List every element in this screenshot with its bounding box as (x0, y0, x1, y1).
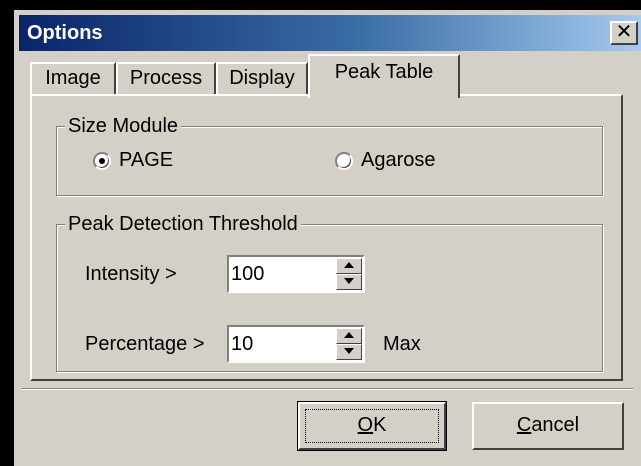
tab-label: Image (45, 67, 101, 89)
percentage-up-button[interactable] (336, 328, 362, 344)
title-bar[interactable]: Options ✕ (19, 15, 641, 51)
percentage-label: Percentage > (85, 333, 205, 355)
size-module-group: Size Module PAGE Agarose (56, 114, 603, 196)
cancel-label-rest: ancel (531, 414, 580, 436)
tab-label: Peak Table (334, 61, 434, 83)
options-dialog: Options ✕ Image Process Display Peak Tab… (14, 10, 641, 466)
intensity-spinner[interactable] (227, 255, 365, 293)
percentage-spinner[interactable] (227, 325, 365, 363)
arrow-up-icon (344, 332, 354, 338)
peak-detection-group: Peak Detection Threshold Intensity > Per… (56, 212, 603, 372)
intensity-spin-buttons (336, 258, 362, 290)
radio-agarose[interactable]: Agarose (335, 149, 436, 172)
size-module-label: Size Module (65, 114, 182, 138)
tab-image[interactable]: Image (30, 62, 116, 94)
arrow-down-icon (344, 278, 354, 284)
radio-page-label: PAGE (119, 149, 174, 171)
intensity-label: Intensity > (85, 263, 177, 285)
close-icon: ✕ (615, 21, 633, 43)
arrow-up-icon (344, 262, 354, 268)
tab-strip: Image Process Display Peak Table (30, 54, 630, 98)
percentage-suffix: Max (383, 333, 421, 355)
arrow-down-icon (344, 348, 354, 354)
cancel-button[interactable]: Cancel (472, 402, 624, 450)
radio-button-checked (93, 151, 111, 170)
cancel-mnemonic: C (516, 414, 532, 436)
tab-peak-table[interactable]: Peak Table (308, 54, 460, 98)
ok-button[interactable]: OK (297, 401, 447, 451)
intensity-down-button[interactable] (336, 274, 362, 290)
tab-display[interactable]: Display (216, 62, 308, 94)
radio-button-unchecked (335, 151, 353, 170)
percentage-down-button[interactable] (336, 344, 362, 360)
footer-divider (22, 388, 633, 390)
focus-rectangle (305, 409, 439, 443)
close-button[interactable]: ✕ (610, 21, 638, 45)
dialog-title: Options (27, 22, 103, 44)
percentage-spin-buttons (336, 328, 362, 360)
peak-detection-label: Peak Detection Threshold (65, 212, 301, 236)
tab-label: Process (129, 67, 203, 89)
radio-agarose-label: Agarose (361, 149, 436, 171)
tab-label: Display (229, 67, 295, 89)
tab-panel-peak-table: Size Module PAGE Agarose Peak Detection … (30, 94, 623, 381)
percentage-input[interactable] (231, 330, 327, 358)
radio-page[interactable]: PAGE (93, 149, 173, 172)
intensity-up-button[interactable] (336, 258, 362, 274)
tab-process[interactable]: Process (116, 62, 216, 94)
intensity-input[interactable] (231, 260, 327, 288)
